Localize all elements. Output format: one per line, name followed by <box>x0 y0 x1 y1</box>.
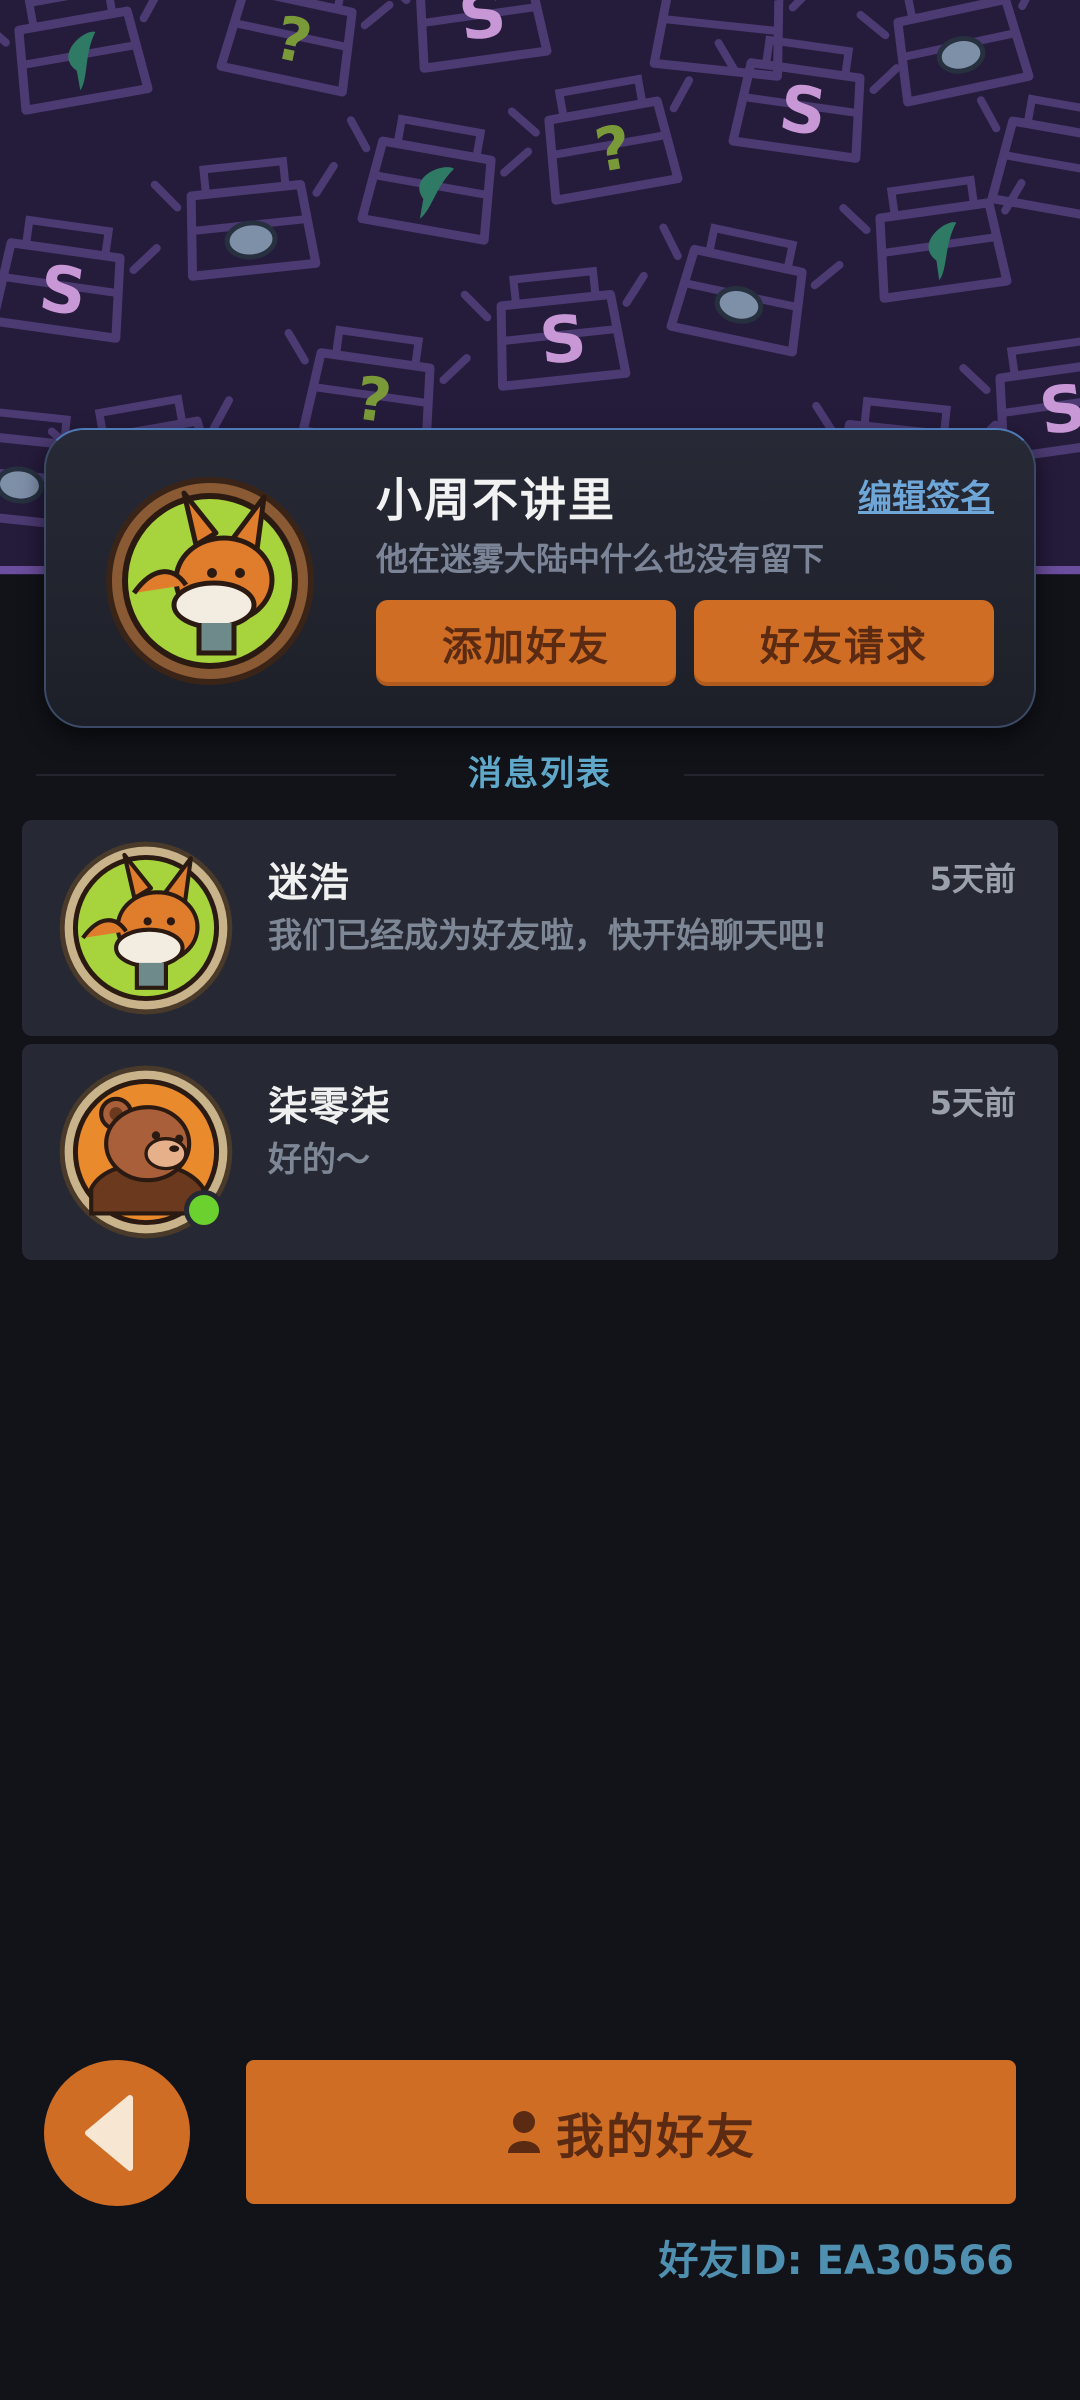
section-title: 消息列表 <box>468 754 612 794</box>
svg-text:S: S <box>35 252 91 332</box>
svg-text:?: ? <box>590 112 636 187</box>
message-row[interactable]: 迷浩 5天前 我们已经成为好友啦，快开始聊天吧! <box>22 820 1058 1036</box>
back-arrow-icon <box>85 2095 133 2171</box>
profile-signature: 他在迷雾大陆中什么也没有留下 <box>376 540 825 578</box>
svg-text:S: S <box>1035 371 1080 451</box>
svg-text:S: S <box>775 72 831 152</box>
message-time: 5天前 <box>929 860 1016 898</box>
fox-avatar-icon[interactable] <box>58 840 234 1016</box>
back-button[interactable] <box>44 2060 190 2206</box>
svg-text:S: S <box>536 301 590 379</box>
my-friends-button[interactable]: 我的好友 <box>246 2060 1016 2204</box>
svg-text:?: ? <box>351 363 395 437</box>
fox-avatar-icon[interactable] <box>104 475 316 687</box>
profile-card: 小周不讲里 编辑签名 他在迷雾大陆中什么也没有留下 添加好友 好友请求 <box>44 428 1036 728</box>
divider-right <box>684 774 1044 776</box>
edit-signature-link[interactable]: 编辑签名 <box>858 470 994 519</box>
contact-name: 柒零柒 <box>268 1084 391 1130</box>
profile-name: 小周不讲里 <box>376 473 616 527</box>
person-icon <box>507 2111 540 2153</box>
contact-name: 迷浩 <box>268 860 350 906</box>
friend-request-button[interactable]: 好友请求 <box>694 600 994 686</box>
message-list-header: 消息列表 <box>36 746 1044 800</box>
svg-text:S: S <box>455 0 511 56</box>
message-preview: 好的～ <box>268 1140 370 1180</box>
message-row[interactable]: 柒零柒 5天前 好的～ <box>22 1044 1058 1260</box>
message-preview: 我们已经成为好友啦，快开始聊天吧! <box>268 916 828 956</box>
add-friend-button[interactable]: 添加好友 <box>376 600 676 686</box>
friend-id-label: 好友ID: EA30566 <box>658 2238 1014 2284</box>
svg-text:?: ? <box>269 3 318 79</box>
message-time: 5天前 <box>929 1084 1016 1122</box>
online-status-indicator <box>184 1190 224 1230</box>
my-friends-label: 我的好友 <box>555 2109 756 2165</box>
